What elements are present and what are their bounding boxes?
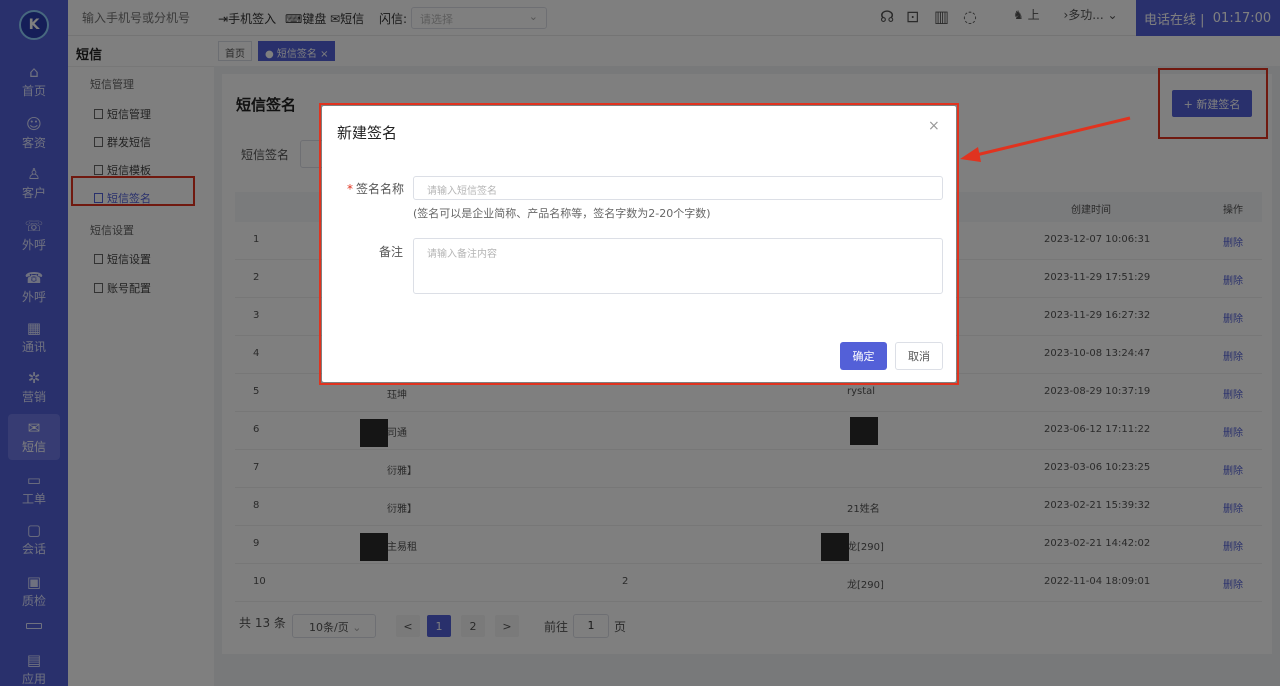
annotation-arrow: [960, 116, 1131, 162]
app-window: K ⌂首页☺客资♙客户☏外呼☎外呼▦通讯✲营销✉短信▭工单▢会话▣质检▤应用 ⇥…: [0, 0, 1280, 686]
